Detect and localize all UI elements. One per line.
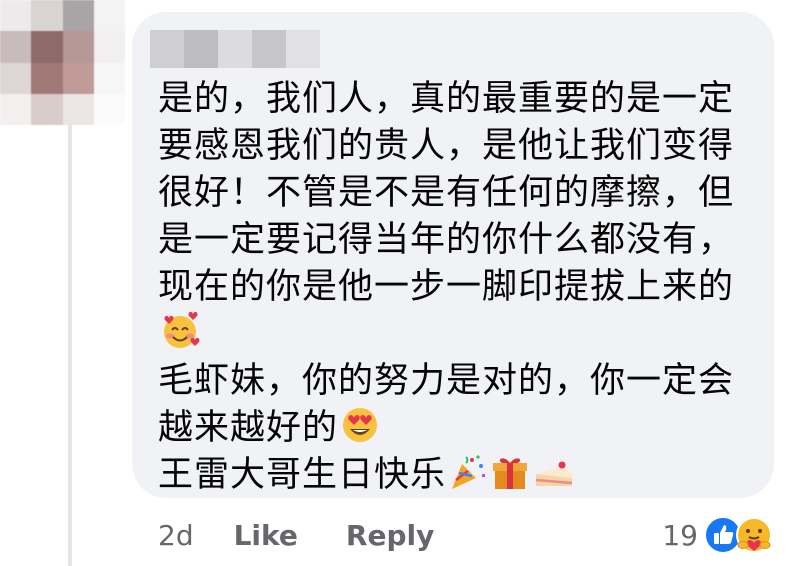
comment-line-emoji [158,311,758,358]
comment-line: 要感恩我们的贵人，是他让我们变得 [158,126,735,166]
avatar[interactable] [0,0,125,125]
comment-text: 是的，我们人，真的最重要的是一定 要感恩我们的贵人，是他让我们变得 很好！不管是… [158,76,758,499]
care-reaction-icon [736,517,772,553]
comment-timestamp[interactable]: 2d [158,519,194,552]
reaction-icons [704,514,776,556]
comment-line: 是的，我们人，真的最重要的是一定 [158,79,735,119]
comment-line: 很好！不管是不是有任何的摩擦，但 [158,173,735,213]
comment-actions: 2d Like Reply [158,512,482,558]
party-popper-icon [452,455,486,489]
comment-line: 毛虾妹，你的努力是对的，你一定会 [158,361,735,401]
comment-line: 是一定要记得当年的你什么都没有， [158,220,735,260]
reaction-summary[interactable]: 19 [662,510,776,560]
comment-line-text: 越来越好的 [158,408,339,448]
comment-line: 现在的你是他一步一脚印提拔上来的 [158,267,735,307]
reply-button[interactable]: Reply [346,519,434,552]
cake-icon [535,461,573,486]
gift-icon [493,458,528,489]
heart-eyes-icon [343,408,378,442]
reaction-count[interactable]: 19 [662,519,698,552]
comment-line-text: 王雷大哥生日快乐 [158,455,447,495]
commenter-name[interactable] [150,30,320,68]
comment-line-emoji: 越来越好的 [158,405,758,452]
smiling-face-with-hearts-icon [164,311,200,348]
like-button[interactable]: Like [234,519,298,552]
comment-line-emoji: 王雷大哥生日快乐 [158,452,758,499]
